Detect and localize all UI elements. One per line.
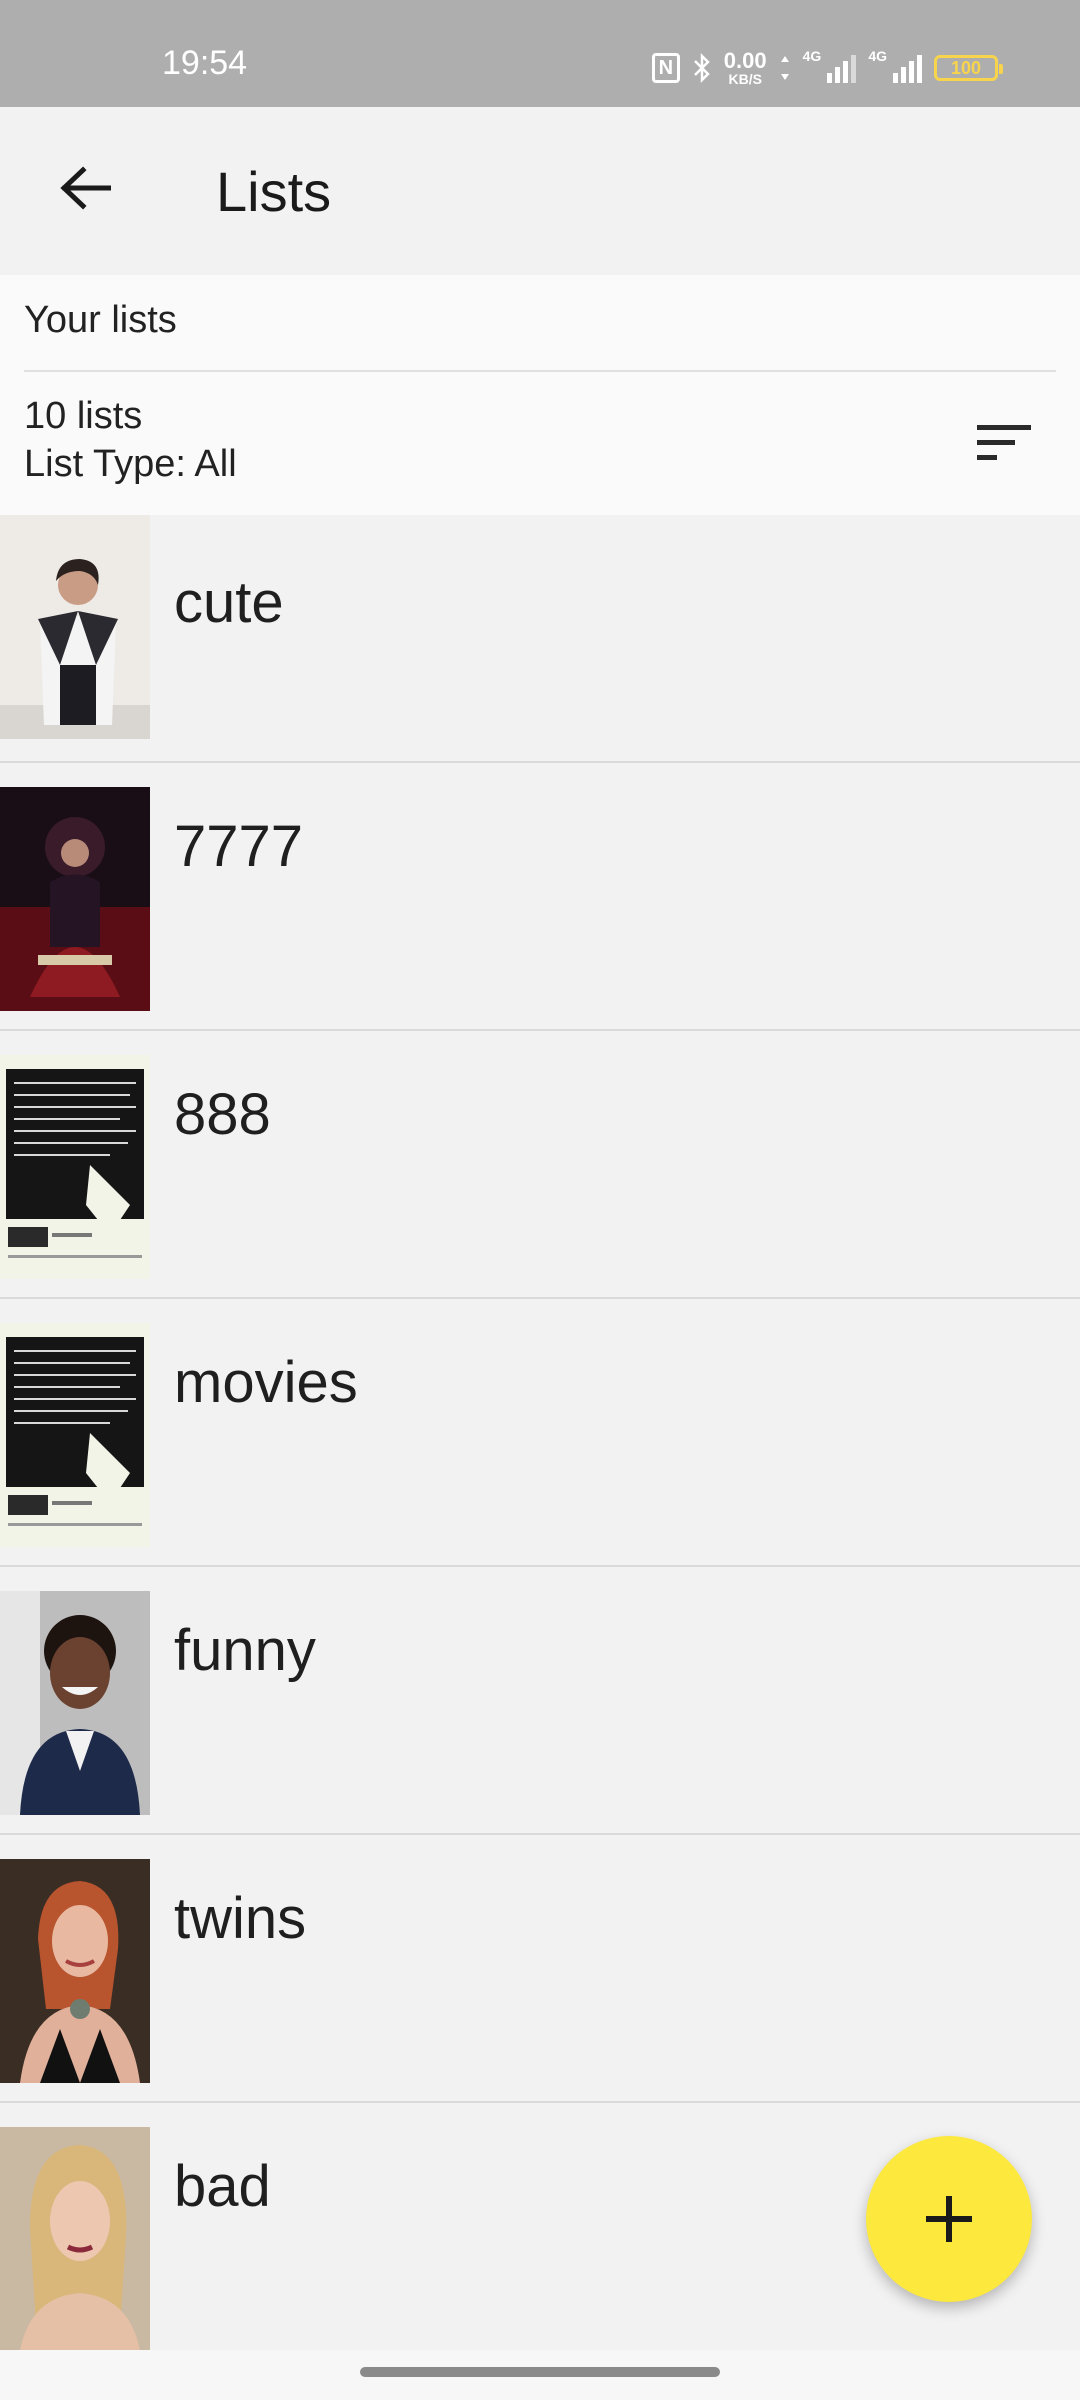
list-name: 7777 [174,814,304,879]
list-item[interactable]: 7777 [0,763,1080,1031]
add-list-button[interactable] [866,2136,1032,2302]
list-name: movies [174,1350,358,1415]
status-time: 19:54 [162,44,248,82]
list-item[interactable]: movies [0,1299,1080,1567]
battery-icon: 100 [934,55,1003,81]
back-button[interactable] [40,143,130,233]
list-thumbnail [0,515,150,739]
network-speed: 0.00 KB/S [723,48,767,87]
list-item[interactable]: twins [0,1835,1080,2103]
status-bar: 19:54 N 0.00 KB/S 4G 4G 100 [0,0,1080,107]
divider [24,370,1056,372]
status-icons: N 0.00 KB/S 4G 4G 100 [651,48,1003,88]
list-thumbnail [0,2127,150,2351]
list-name: cute [174,570,284,635]
signal-icon-2 [893,53,922,83]
list-name: bad [174,2154,271,2219]
plus-icon [926,2196,972,2242]
signal-icon-1 [827,53,857,83]
list-item[interactable]: 888 [0,1031,1080,1299]
list-name: funny [174,1618,316,1683]
lists-header: Your lists 10 lists List Type: All [0,275,1080,515]
sort-button[interactable] [968,413,1040,473]
app-bar: Lists [0,107,1080,275]
network-type-2: 4G [868,48,887,64]
sort-icon [977,425,1031,460]
list-item[interactable]: cute [0,515,1080,763]
list-name: twins [174,1886,307,1951]
arrow-left-icon [60,166,111,210]
list-thumbnail [0,1859,150,2083]
data-arrows-icon [779,54,791,82]
section-title: Your lists [24,299,177,341]
list-thumbnail [0,1055,150,1279]
list-item[interactable]: funny [0,1567,1080,1835]
home-indicator[interactable] [360,2367,720,2377]
lists-count: 10 lists [24,395,143,437]
list-name: 888 [174,1082,271,1147]
list-thumbnail [0,787,150,1011]
list-thumbnail [0,1591,150,1815]
network-type-1: 4G [802,48,822,64]
nfc-icon: N [651,53,680,83]
page-title: Lists [216,160,332,223]
list-type-filter: List Type: All [24,443,237,485]
bluetooth-icon [692,52,712,84]
list-thumbnail [0,1323,150,1547]
